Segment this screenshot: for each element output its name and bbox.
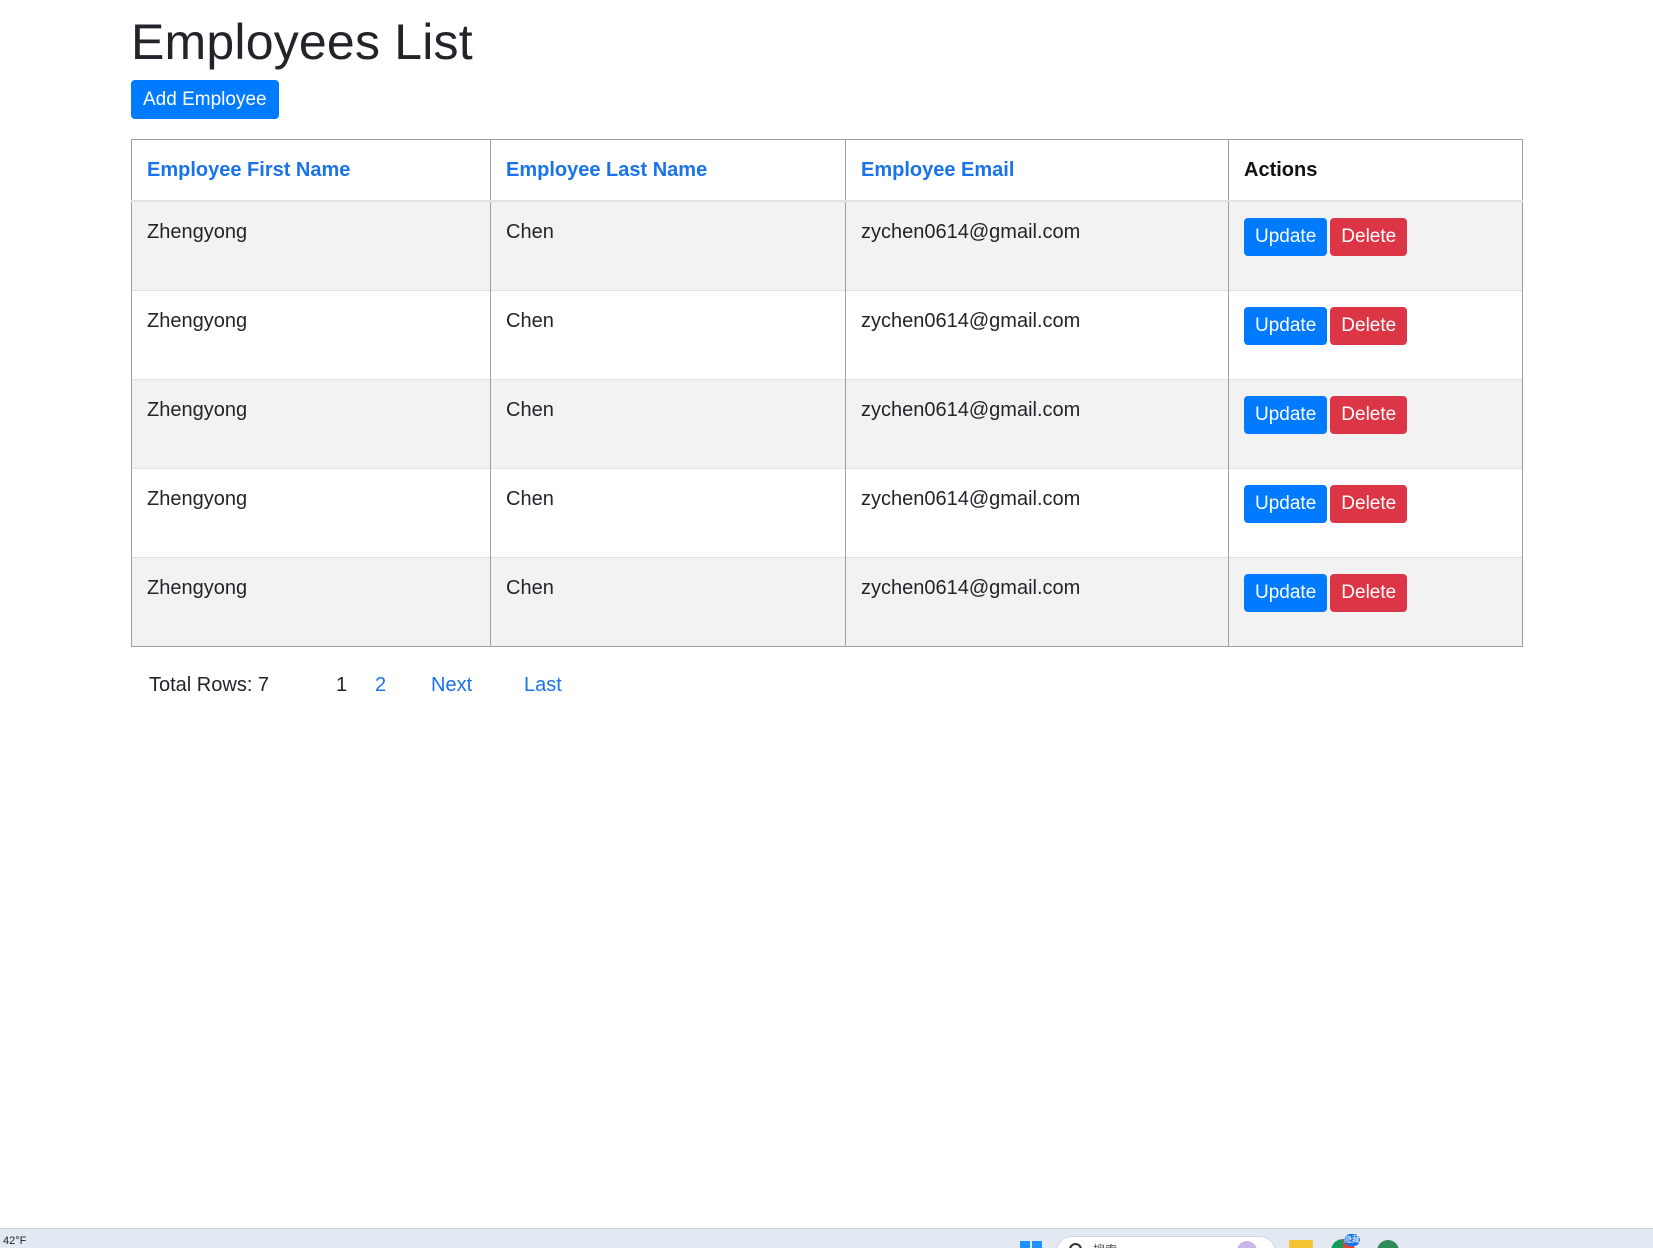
next-page-link[interactable]: Next [431,670,472,700]
cell-last-name: Chen [490,289,846,379]
table-row: Zhengyong Chen zychen0614@gmail.com Upda… [131,378,1523,468]
windows-start-icon[interactable] [1020,1241,1042,1248]
update-button[interactable]: Update [1244,484,1328,523]
table-row: Zhengyong Chen zychen0614@gmail.com Upda… [131,289,1523,379]
cell-last-name: Chen [490,556,846,646]
total-rows-label: Total Rows: 7 [149,674,270,696]
page-current: 1 [336,674,348,696]
search-highlight-icon [1237,1241,1257,1248]
taskbar-search-box[interactable]: 搜索 [1056,1236,1276,1248]
cell-actions: Update Delete [1228,378,1523,468]
table-body: Zhengyong Chen zychen0614@gmail.com Upda… [131,200,1523,646]
cell-actions: Update Delete [1228,200,1523,290]
employees-table: Employee First Name Employee Last Name E… [131,139,1523,647]
cell-first-name: Zhengyong [131,200,491,290]
cell-email: zychen0614@gmail.com [845,378,1229,468]
table-row: Zhengyong Chen zychen0614@gmail.com Upda… [131,556,1523,646]
header-last-name[interactable]: Employee Last Name [490,139,846,202]
header-email[interactable]: Employee Email [845,139,1229,202]
header-first-name[interactable]: Employee First Name [131,139,491,202]
cell-first-name: Zhengyong [131,289,491,379]
cell-email: zychen0614@gmail.com [845,467,1229,557]
chrome-profile-badge: 隐藏 [1344,1234,1360,1246]
delete-button[interactable]: Delete [1330,306,1408,345]
app-page: Employees List Add Employee Employee Fir… [0,0,1653,1248]
table-header: Employee First Name Employee Last Name E… [131,139,1523,202]
last-page-link[interactable]: Last [524,670,562,700]
cell-actions: Update Delete [1228,467,1523,557]
delete-button[interactable]: Delete [1330,484,1408,523]
add-employee-button[interactable]: Add Employee [131,80,279,119]
cell-first-name: Zhengyong [131,467,491,557]
update-button[interactable]: Update [1244,395,1328,434]
cell-first-name: Zhengyong [131,556,491,646]
update-button[interactable]: Update [1244,306,1328,345]
file-explorer-icon[interactable] [1289,1240,1313,1248]
cell-first-name: Zhengyong [131,378,491,468]
header-actions: Actions [1228,139,1523,202]
table-row: Zhengyong Chen zychen0614@gmail.com Upda… [131,467,1523,557]
cell-last-name: Chen [490,467,846,557]
cell-actions: Update Delete [1228,556,1523,646]
search-placeholder: 搜索 [1093,1241,1117,1248]
cell-last-name: Chen [490,378,846,468]
cell-last-name: Chen [490,200,846,290]
weather-widget[interactable]: 42°F [3,1235,26,1247]
table-row: Zhengyong Chen zychen0614@gmail.com Upda… [131,200,1523,290]
page-2-link[interactable]: 2 [375,670,386,700]
main-container: Employees List Add Employee Employee Fir… [131,0,1523,696]
update-button[interactable]: Update [1244,218,1328,256]
taskbar: 42°F 搜索 隐藏 [0,1228,1653,1248]
header-row: Employee First Name Employee Last Name E… [131,139,1523,202]
delete-button[interactable]: Delete [1330,573,1408,612]
cell-actions: Update Delete [1228,289,1523,379]
delete-button[interactable]: Delete [1330,395,1408,434]
cell-email: zychen0614@gmail.com [845,556,1229,646]
cell-email: zychen0614@gmail.com [845,200,1229,290]
app-icon[interactable] [1377,1240,1399,1248]
update-button[interactable]: Update [1244,573,1328,612]
search-icon [1069,1243,1082,1248]
page-title: Employees List [131,14,473,70]
delete-button[interactable]: Delete [1330,218,1408,256]
cell-email: zychen0614@gmail.com [845,289,1229,379]
